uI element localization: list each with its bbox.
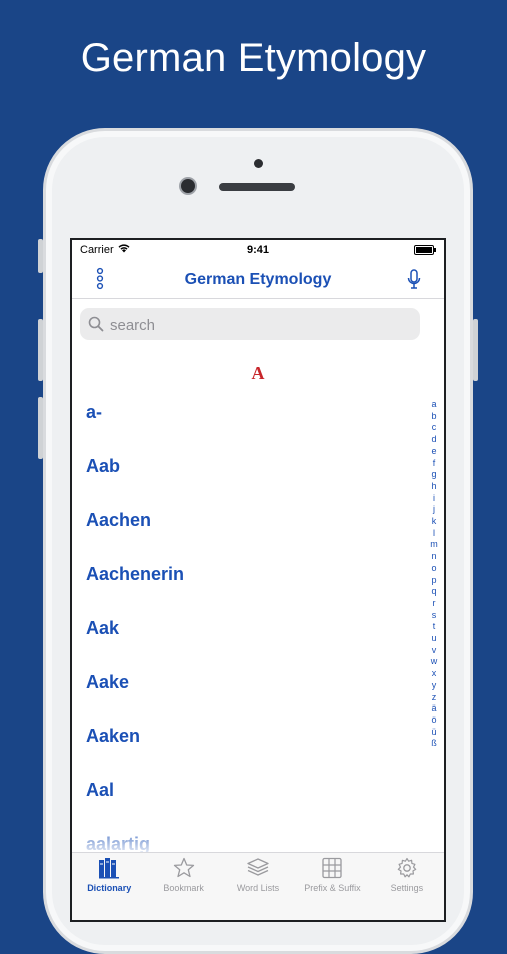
tab-word-lists[interactable]: Word Lists bbox=[221, 853, 295, 920]
navigation-bar: German Etymology bbox=[72, 260, 444, 299]
entry-word: Aachen bbox=[86, 510, 152, 530]
index-letter[interactable]: f bbox=[433, 458, 436, 470]
index-letter[interactable]: a bbox=[431, 399, 436, 411]
index-letter[interactable]: p bbox=[431, 575, 436, 587]
nav-title: German Etymology bbox=[184, 271, 332, 288]
volume-down-button bbox=[38, 397, 43, 459]
tab-label: Word Lists bbox=[236, 883, 280, 893]
entry-word: Aab bbox=[86, 456, 121, 476]
index-letter[interactable]: c bbox=[432, 422, 437, 434]
search-bar[interactable] bbox=[80, 308, 420, 342]
index-letter[interactable]: k bbox=[432, 516, 437, 528]
star-icon bbox=[173, 857, 194, 878]
power-button bbox=[473, 319, 478, 381]
tab-label: Dictionary bbox=[87, 883, 132, 893]
tab-prefix-suffix[interactable]: Prefix & Suffix bbox=[295, 853, 369, 920]
entry-word: Aachenerin bbox=[86, 564, 185, 584]
index-letter[interactable]: n bbox=[431, 551, 436, 563]
alphabet-index[interactable]: a b c d e f g h i j k l m n o p q r s t … bbox=[428, 399, 440, 750]
list-item[interactable]: Aal bbox=[72, 768, 427, 822]
stack-icon bbox=[247, 858, 269, 876]
list-item[interactable]: Aab bbox=[72, 444, 427, 498]
index-letter[interactable]: b bbox=[431, 411, 436, 423]
index-letter[interactable]: r bbox=[433, 598, 436, 610]
tab-label: Prefix & Suffix bbox=[304, 883, 361, 893]
list-item[interactable]: Aaken bbox=[72, 714, 427, 768]
gear-icon bbox=[397, 857, 417, 878]
tab-label: Settings bbox=[390, 883, 424, 893]
index-letter[interactable]: o bbox=[431, 563, 436, 575]
list-item[interactable]: a- bbox=[72, 390, 427, 444]
index-letter[interactable]: z bbox=[432, 692, 437, 704]
index-letter[interactable]: s bbox=[432, 610, 437, 622]
tab-label: Bookmark bbox=[163, 883, 204, 893]
microphone-icon[interactable] bbox=[406, 268, 422, 292]
front-camera bbox=[181, 179, 195, 193]
status-bar: Carrier 9:41 bbox=[72, 240, 444, 260]
volume-up-button bbox=[38, 319, 43, 381]
index-letter[interactable]: q bbox=[431, 586, 436, 598]
list-fade-overlay bbox=[72, 820, 444, 852]
entry-word: Aak bbox=[86, 618, 120, 638]
list-item[interactable]: Aak bbox=[72, 606, 427, 660]
index-letter[interactable]: v bbox=[432, 645, 437, 657]
index-letter[interactable]: e bbox=[431, 446, 436, 458]
app-screen: Carrier 9:41 German Etymology search A a… bbox=[70, 238, 446, 922]
index-letter[interactable]: ß bbox=[431, 738, 437, 750]
entry-word: a- bbox=[86, 402, 103, 422]
index-letter[interactable]: l bbox=[433, 528, 435, 540]
battery-icon bbox=[414, 245, 436, 255]
list-item[interactable]: Aachenerin bbox=[72, 552, 427, 606]
search-icon bbox=[88, 316, 104, 332]
index-letter[interactable]: ü bbox=[431, 727, 436, 739]
earpiece-speaker bbox=[219, 183, 295, 191]
entry-list: a- Aab Aachen Aachenerin Aak Aake Aaken … bbox=[72, 390, 427, 876]
proximity-sensor bbox=[254, 159, 263, 168]
index-letter[interactable]: h bbox=[431, 481, 436, 493]
grid-book-icon bbox=[322, 857, 343, 879]
search-input[interactable] bbox=[108, 308, 412, 342]
index-letter[interactable]: d bbox=[431, 434, 436, 446]
entry-word: Aal bbox=[86, 780, 115, 800]
list-item[interactable]: Aachen bbox=[72, 498, 427, 552]
tab-bookmark[interactable]: Bookmark bbox=[146, 853, 220, 920]
index-letter[interactable]: x bbox=[432, 668, 437, 680]
index-letter[interactable]: ö bbox=[431, 715, 436, 727]
mute-switch bbox=[38, 239, 43, 273]
tab-dictionary[interactable]: Dictionary bbox=[72, 853, 146, 920]
clock: 9:41 bbox=[246, 244, 270, 256]
index-letter[interactable]: w bbox=[431, 656, 438, 668]
index-letter[interactable]: t bbox=[433, 621, 436, 633]
list-item[interactable]: Aake bbox=[72, 660, 427, 714]
entry-word: Aaken bbox=[86, 726, 141, 746]
index-letter[interactable]: u bbox=[431, 633, 436, 645]
promo-headline: German Etymology bbox=[80, 36, 427, 80]
phone-frame: Carrier 9:41 German Etymology search A a… bbox=[38, 128, 478, 954]
entry-word: Aake bbox=[86, 672, 130, 692]
index-letter[interactable]: j bbox=[433, 504, 435, 516]
index-letter[interactable]: y bbox=[432, 680, 437, 692]
index-letter[interactable]: i bbox=[433, 493, 435, 505]
section-header-letter: A bbox=[251, 363, 265, 383]
tab-bar: Dictionary Bookmark Word Lists Prefix & … bbox=[72, 852, 444, 920]
index-letter[interactable]: m bbox=[430, 539, 438, 551]
tab-settings[interactable]: Settings bbox=[370, 853, 444, 920]
index-letter[interactable]: g bbox=[431, 469, 436, 481]
books-icon bbox=[99, 858, 120, 879]
index-letter[interactable]: ä bbox=[431, 703, 436, 715]
